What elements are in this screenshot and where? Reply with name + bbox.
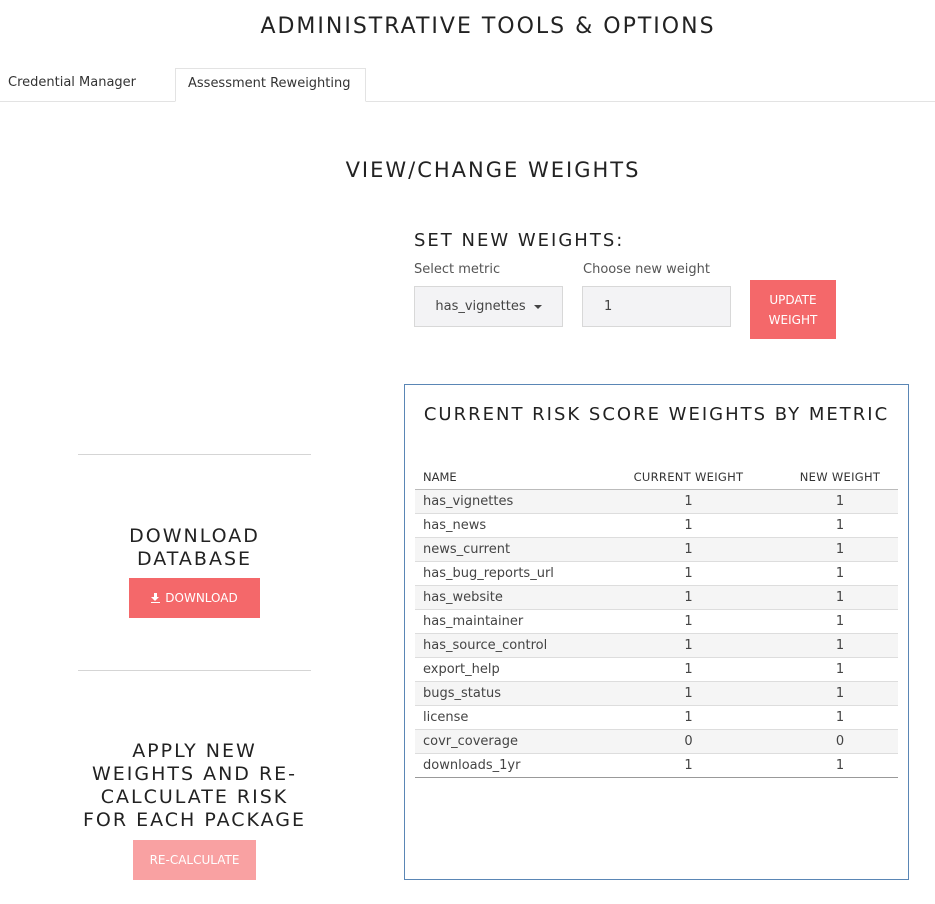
- tab-assessment-reweighting[interactable]: Assessment Reweighting: [175, 68, 366, 102]
- metric-name-cell: bugs_status: [423, 686, 501, 701]
- update-weight-label-line2: WEIGHT: [768, 312, 818, 327]
- metric-select-value: has_vignettes: [435, 299, 526, 314]
- table-row[interactable]: license 1 1: [415, 706, 898, 730]
- new-weight-cell: 1: [835, 542, 845, 557]
- new-weight-cell: 1: [835, 686, 845, 701]
- current-weight-cell: 1: [684, 758, 693, 773]
- metric-name-cell: has_source_control: [423, 638, 548, 653]
- new-weight-cell: 1: [835, 710, 845, 725]
- col-header-name[interactable]: NAME: [415, 470, 595, 484]
- metric-name-cell: license: [423, 710, 469, 725]
- current-weight-cell: 1: [684, 494, 693, 509]
- new-weight-cell: 1: [835, 662, 845, 677]
- divider: [78, 454, 311, 455]
- weight-input[interactable]: 1: [582, 286, 731, 327]
- download-title: DOWNLOAD DATABASE: [129, 525, 260, 570]
- table-row[interactable]: has_website 1 1: [415, 586, 898, 610]
- tab-bar: Credential Manager Assessment Reweightin…: [0, 68, 935, 102]
- weights-table: NAME CURRENT WEIGHT NEW WEIGHT has_vigne…: [415, 470, 898, 778]
- current-weight-cell: 1: [684, 638, 693, 653]
- metric-name-cell: covr_coverage: [423, 734, 518, 749]
- page-title: ADMINISTRATIVE TOOLS & OPTIONS: [260, 14, 716, 39]
- new-weight-cell: 1: [835, 518, 845, 533]
- table-row[interactable]: has_vignettes 1 1: [415, 490, 898, 514]
- download-button-label: DOWNLOAD: [165, 591, 238, 605]
- table-row[interactable]: downloads_1yr 1 1: [415, 754, 898, 778]
- new-weight-cell: 1: [835, 494, 845, 509]
- table-row[interactable]: export_help 1 1: [415, 658, 898, 682]
- new-weight-cell: 1: [835, 638, 845, 653]
- metric-name-cell: downloads_1yr: [423, 758, 521, 773]
- caret-down-icon: [533, 304, 542, 309]
- table-row[interactable]: bugs_status 1 1: [415, 682, 898, 706]
- set-weights-title: SET NEW WEIGHTS:: [414, 230, 625, 251]
- col-header-current-weight[interactable]: CURRENT WEIGHT: [595, 470, 782, 484]
- current-weight-cell: 1: [684, 710, 693, 725]
- metric-name-cell: has_bug_reports_url: [423, 566, 554, 581]
- update-weight-button[interactable]: UPDATE WEIGHT: [750, 280, 836, 339]
- current-weight-cell: 1: [684, 662, 693, 677]
- col-header-new-weight[interactable]: NEW WEIGHT: [782, 470, 898, 484]
- recalculate-button[interactable]: RE-CALCULATE: [133, 840, 256, 880]
- table-header: NAME CURRENT WEIGHT NEW WEIGHT: [415, 470, 898, 490]
- table-row[interactable]: has_source_control 1 1: [415, 634, 898, 658]
- metric-name-cell: has_vignettes: [423, 494, 514, 509]
- table-row[interactable]: news_current 1 1: [415, 538, 898, 562]
- new-weight-cell: 0: [835, 734, 845, 749]
- current-weight-cell: 1: [684, 686, 693, 701]
- download-button[interactable]: DOWNLOAD: [129, 578, 260, 618]
- divider: [78, 670, 311, 671]
- metric-name-cell: has_maintainer: [423, 614, 524, 629]
- table-body: has_vignettes 1 1 has_news 1 1 news_current 1 1 h…: [415, 490, 898, 778]
- recalculate-title: APPLY NEW WEIGHTS AND RE-CALCULATE RISK …: [82, 740, 307, 831]
- tab-credential-manager[interactable]: Credential Manager: [0, 68, 148, 102]
- section-title: VIEW/CHANGE WEIGHTS: [345, 158, 641, 182]
- metric-name-cell: has_website: [423, 590, 503, 605]
- download-icon: [151, 593, 161, 603]
- new-weight-cell: 1: [835, 590, 845, 605]
- weights-table-title: CURRENT RISK SCORE WEIGHTS BY METRIC: [423, 404, 890, 425]
- recalculate-button-label: RE-CALCULATE: [149, 853, 240, 867]
- new-weight-cell: 1: [835, 758, 845, 773]
- metric-name-cell: export_help: [423, 662, 500, 677]
- metric-name-cell: has_news: [423, 518, 487, 533]
- new-weight-cell: 1: [835, 614, 845, 629]
- metric-select[interactable]: has_vignettes: [414, 286, 563, 327]
- weight-label: Choose new weight: [583, 262, 710, 277]
- current-weight-cell: 0: [684, 734, 693, 749]
- current-weight-cell: 1: [684, 590, 693, 605]
- table-row[interactable]: has_maintainer 1 1: [415, 610, 898, 634]
- table-row[interactable]: covr_coverage 0 0: [415, 730, 898, 754]
- new-weight-cell: 1: [835, 566, 845, 581]
- current-weight-cell: 1: [684, 518, 693, 533]
- metric-name-cell: news_current: [423, 542, 511, 557]
- update-weight-label-line1: UPDATE: [769, 292, 817, 307]
- metric-label: Select metric: [414, 262, 501, 277]
- table-row[interactable]: has_news 1 1: [415, 514, 898, 538]
- current-weight-cell: 1: [684, 566, 693, 581]
- current-weight-cell: 1: [684, 542, 693, 557]
- table-row[interactable]: has_bug_reports_url 1 1: [415, 562, 898, 586]
- current-weight-cell: 1: [684, 614, 693, 629]
